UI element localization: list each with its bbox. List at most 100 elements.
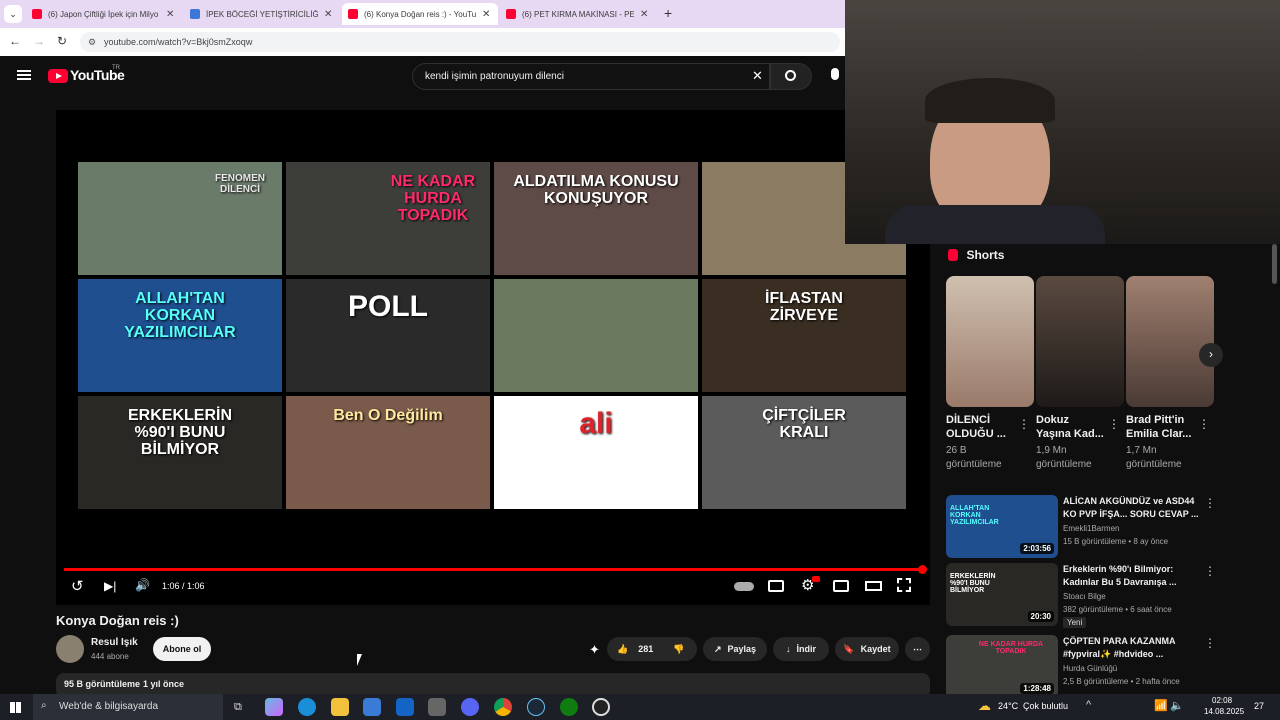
video-channel-1[interactable]: Emekli1Barmen: [1063, 523, 1119, 535]
like-button[interactable]: 👍 281 👎: [607, 637, 697, 661]
short-thumbnail-1[interactable]: [946, 276, 1034, 407]
short-title-1b[interactable]: OLDUĞU ...: [946, 427, 1006, 441]
file-explorer-icon[interactable]: [331, 698, 349, 716]
end-screen-video-9[interactable]: ERKEKLERİN %90'I BUNU BİLMİYOR: [78, 396, 282, 509]
end-screen-video-1[interactable]: FENOMEN DİLENCİ: [78, 162, 282, 275]
end-screen-video-3[interactable]: ALDATILMA KONUSU KONUŞUYOR: [494, 162, 698, 275]
short-title-2a[interactable]: Dokuz: [1036, 413, 1069, 427]
volume-icon[interactable]: 🔊: [135, 578, 150, 592]
store-icon[interactable]: [363, 698, 381, 716]
copilot-icon[interactable]: [265, 698, 283, 716]
video-channel-3[interactable]: Hurda Günlüğü: [1063, 663, 1117, 675]
subtitles-icon[interactable]: [768, 580, 784, 592]
fullscreen-icon[interactable]: [897, 578, 911, 592]
steam-icon[interactable]: [527, 698, 545, 716]
video-more-icon[interactable]: ⋮: [1204, 636, 1216, 650]
app-icon[interactable]: [428, 698, 446, 716]
chrome-icon[interactable]: [494, 698, 512, 716]
more-actions-button[interactable]: ⋯: [905, 637, 930, 661]
clock-date[interactable]: 14.08.2025: [1204, 707, 1244, 716]
wifi-icon[interactable]: 📶: [1154, 699, 1168, 712]
reload-icon[interactable]: ↻: [57, 34, 67, 48]
channel-avatar[interactable]: [56, 635, 84, 663]
tab-konya-dogan-reis[interactable]: (6) Konya Doğan reis :) - YouTub ✕: [342, 3, 498, 25]
taskbar-search[interactable]: ⌕ Web'de & bilgisayarda: [33, 694, 223, 720]
dislike-icon[interactable]: 👎: [673, 644, 684, 655]
end-screen-video-12[interactable]: ÇİFTÇİLER KRALI: [702, 396, 906, 509]
short-thumbnail-3[interactable]: [1126, 276, 1214, 407]
video-title-2a[interactable]: Erkeklerin %90'ı Bilmiyor:: [1063, 563, 1203, 576]
replay-icon[interactable]: ↺: [71, 577, 84, 595]
next-icon[interactable]: ▶|: [104, 579, 116, 593]
search-button[interactable]: [770, 63, 812, 90]
tray-chevron-icon[interactable]: ^: [1086, 699, 1091, 711]
tab-list-dropdown-icon[interactable]: ⌄: [4, 5, 22, 23]
clock-time[interactable]: 02:08: [1212, 696, 1232, 705]
short-thumbnail-2[interactable]: [1036, 276, 1124, 407]
edge-icon[interactable]: [298, 698, 316, 716]
end-screen-video-8[interactable]: İFLASTAN ZİRVEYE: [702, 279, 906, 392]
short-title-1a[interactable]: DİLENCİ: [946, 413, 990, 427]
video-thumbnail-1[interactable]: ALLAH'TAN KORKAN YAZILIMCILAR 2:03:56: [946, 495, 1058, 558]
channel-name[interactable]: Resul Işık: [91, 637, 138, 648]
short-more-icon[interactable]: ⋮: [1198, 417, 1210, 431]
share-button[interactable]: ↗ Paylaş: [703, 637, 767, 661]
video-thumbnail-2[interactable]: ERKEKLERİN %90'I BUNU BİLMİYOR 20:30: [946, 563, 1058, 626]
video-title-1a[interactable]: ALİCAN AKGÜNDÜZ ve ASD44: [1063, 495, 1203, 508]
url-field[interactable]: ⚙ youtube.com/watch?v=Bkj0smZxoqw: [80, 32, 840, 52]
new-tab-button[interactable]: +: [664, 5, 672, 21]
video-more-icon[interactable]: ⋮: [1204, 564, 1216, 578]
forward-icon[interactable]: →: [33, 34, 45, 48]
notification-count[interactable]: 27: [1254, 701, 1264, 711]
tab-ipek-bocegi[interactable]: İPEK BÖCEĞİ YETİŞTİRİCİLİĞİ YA ✕: [184, 3, 340, 25]
theater-mode-icon[interactable]: [865, 581, 882, 591]
progress-scrubber[interactable]: [918, 565, 927, 574]
volume-tray-icon[interactable]: 🔈: [1170, 699, 1184, 712]
end-screen-video-6[interactable]: POLL: [286, 279, 490, 392]
sidebar-scrollbar[interactable]: [1272, 244, 1277, 284]
discord-icon[interactable]: [461, 698, 479, 716]
end-screen-video-10[interactable]: Ben O Değilim: [286, 396, 490, 509]
task-view-icon[interactable]: ⧉: [234, 701, 242, 714]
microphone-icon[interactable]: [831, 68, 839, 80]
end-screen-video-2[interactable]: NE KADAR HURDA TOPADIK: [286, 162, 490, 275]
video-title-3a[interactable]: ÇÖPTEN PARA KAZANMA: [1063, 635, 1203, 648]
close-tab-icon[interactable]: ✕: [166, 9, 174, 20]
video-more-icon[interactable]: ⋮: [1204, 496, 1216, 510]
save-button[interactable]: 🔖 Kaydet: [835, 637, 899, 661]
subscribe-button[interactable]: Abone ol: [153, 637, 211, 661]
clear-search-icon[interactable]: ✕: [752, 68, 763, 84]
close-tab-icon[interactable]: ✕: [640, 9, 648, 20]
video-channel-2[interactable]: Stoacı Bilge: [1063, 591, 1106, 603]
site-info-icon[interactable]: ⚙: [88, 32, 96, 52]
close-tab-icon[interactable]: ✕: [482, 9, 490, 20]
download-button[interactable]: ↓ İndir: [773, 637, 829, 661]
end-screen-video-5[interactable]: ALLAH'TAN KORKAN YAZILIMCILAR: [78, 279, 282, 392]
short-more-icon[interactable]: ⋮: [1108, 417, 1120, 431]
end-screen-video-7[interactable]: [494, 279, 698, 392]
weather-temp[interactable]: 24°C: [998, 701, 1018, 711]
effects-icon[interactable]: ✦: [589, 642, 600, 658]
obs-icon[interactable]: [592, 698, 610, 716]
miniplayer-icon[interactable]: [833, 580, 849, 592]
video-thumbnail-3[interactable]: NE KADAR HURDA TOPADIK 1:28:48: [946, 635, 1058, 698]
menu-icon[interactable]: [17, 70, 31, 80]
shorts-next-icon[interactable]: ›: [1199, 343, 1223, 367]
video-title-3b[interactable]: #fypviral✨ #hdvideo ...: [1063, 648, 1203, 661]
search-input[interactable]: kendi işimin patronuyum dilenci: [412, 63, 770, 90]
outlook-icon[interactable]: [396, 698, 414, 716]
short-title-2b[interactable]: Yaşına Kad...: [1036, 427, 1104, 441]
tab-japon-ciftligi[interactable]: (6) Japon Çiftliği İpek için Milyo ✕: [26, 3, 182, 25]
short-title-3b[interactable]: Emilia Clar...: [1126, 427, 1191, 441]
end-screen-video-11[interactable]: ali: [494, 396, 698, 509]
video-title-1b[interactable]: KO PVP İFŞA... SORU CEVAP ...: [1063, 508, 1203, 521]
windows-start-icon[interactable]: [10, 702, 21, 713]
xbox-icon[interactable]: [560, 698, 578, 716]
short-title-3a[interactable]: Brad Pitt'in: [1126, 413, 1184, 427]
close-tab-icon[interactable]: ✕: [324, 9, 332, 20]
tab-pet-kirma[interactable]: (6) PET KIRMA MAKİNASI - PET ✕: [500, 3, 656, 25]
video-player[interactable]: FENOMEN DİLENCİ NE KADAR HURDA TOPADIK ALD…: [56, 110, 930, 605]
back-icon[interactable]: ←: [9, 34, 21, 48]
progress-bar[interactable]: [64, 568, 922, 571]
short-more-icon[interactable]: ⋮: [1018, 417, 1030, 431]
